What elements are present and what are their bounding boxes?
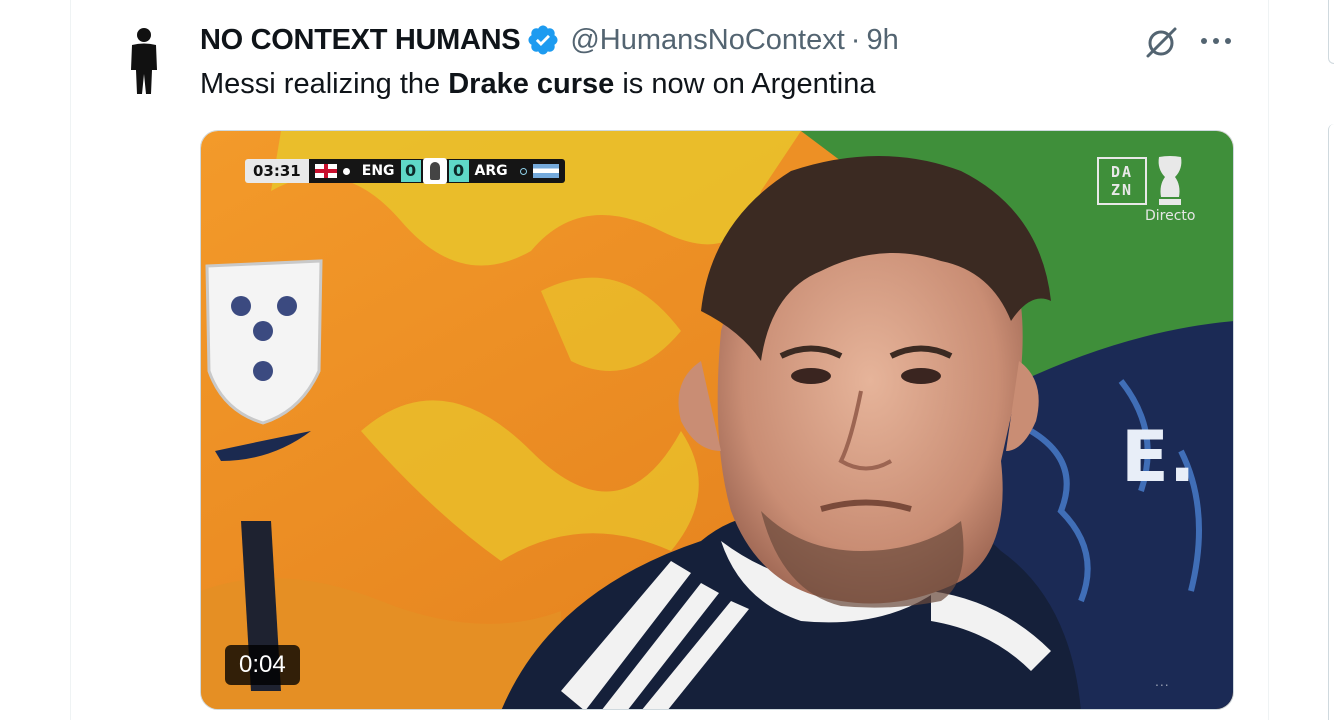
verified-badge-icon[interactable] (526, 23, 560, 57)
card-border-right (1268, 0, 1269, 720)
adjacent-card-edge (1328, 0, 1334, 720)
standing-person-icon[interactable] (122, 26, 166, 96)
tweet-text-bold: Drake curse (448, 68, 615, 100)
tweet-timestamp[interactable]: 9h (866, 24, 898, 57)
overlay-dots: ... (1155, 673, 1170, 689)
argentina-flag-icon (532, 164, 559, 178)
possession-dot-icon (342, 167, 350, 175)
fifa-trophy-icon (1158, 156, 1182, 205)
broadcaster-line-1: DA (1110, 163, 1134, 181)
tweet-text-start: Messi realizing the (200, 68, 449, 100)
tournament-logo-icon (422, 158, 447, 184)
home-team: ENG (361, 163, 395, 179)
tweet-text-end: is now on Argentina (614, 68, 876, 100)
broadcaster-logo: DA ZN (1097, 157, 1147, 205)
match-scorebug: 03:31 ENG 0 0 ARG (245, 157, 565, 185)
tweet-text: Messi realizing the Drake curse is now o… (200, 66, 875, 102)
scoreline: ENG 0 0 ARG (308, 158, 565, 184)
away-score: 0 (448, 160, 469, 182)
broadcaster-line-2: ZN (1110, 181, 1134, 199)
svg-text:E.: E. (1121, 416, 1195, 498)
england-flag-icon (314, 164, 337, 178)
away-team: ARG (474, 163, 508, 179)
card-border-left (70, 0, 71, 720)
match-clock: 03:31 (245, 159, 309, 183)
tweet-header: NO CONTEXT HUMANS @HumansNoContext · 9h (200, 22, 899, 58)
video-duration-badge: 0:04 (225, 645, 300, 685)
grok-icon[interactable] (1142, 22, 1182, 62)
video-player[interactable]: E. 03:31 ENG 0 0 ARG DA ZN Directo 0:04 … (200, 130, 1234, 710)
author-handle[interactable]: @HumansNoContext (570, 24, 844, 57)
home-score: 0 (400, 160, 421, 182)
separator-dot: · (850, 23, 861, 56)
author-name[interactable]: NO CONTEXT HUMANS (200, 24, 521, 57)
live-label: Directo (1145, 208, 1196, 224)
more-options-icon[interactable] (1196, 26, 1236, 56)
video-frame: E. (201, 131, 1233, 709)
possession-dot-empty-icon (519, 167, 527, 175)
